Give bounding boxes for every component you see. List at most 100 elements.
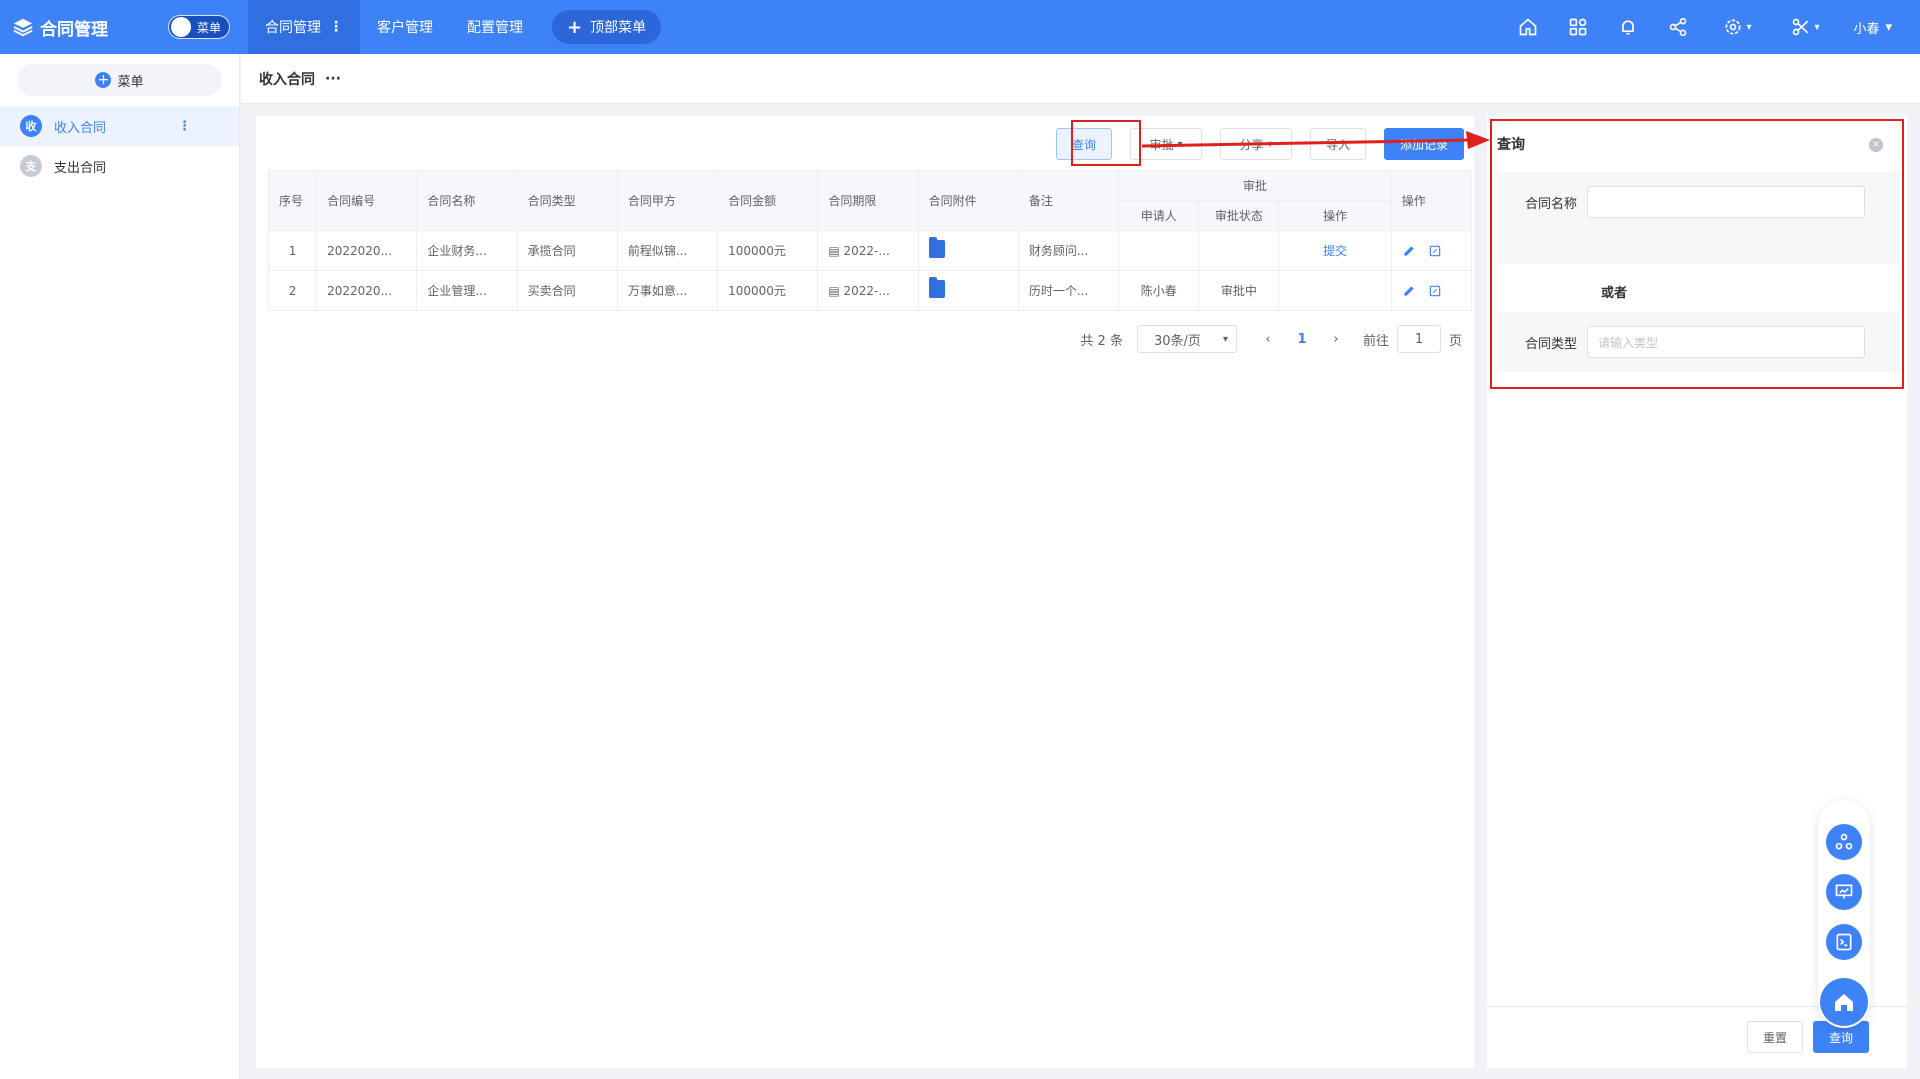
pager-total: 共 2 条 [1080,333,1123,349]
topnav-item-contract[interactable]: 合同管理 ⋮ [248,0,360,54]
col-header-attach: 合同附件 [917,170,1019,231]
top-icon-group: ▾ ▾ 小春 ▾ [1489,0,1892,54]
sidebar-item-expense-contract[interactable]: 支 支出合同 [0,146,239,186]
home-float-icon[interactable] [1820,978,1868,1026]
calendar-icon: ▤ [828,243,844,258]
col-header-type: 合同类型 [516,170,618,231]
topnav-label: 合同管理 [265,20,321,36]
col-header-ops: 操作 [1390,170,1473,231]
tools-icon[interactable]: ▾ [1785,16,1825,38]
toggle-knob [171,17,191,37]
cell-status: 审批中 [1198,270,1280,311]
plus-icon: + [567,16,583,38]
folder-icon[interactable] [928,237,945,258]
top-bar: 合同管理 菜单 合同管理 ⋮ 客户管理 配置管理 + 顶部菜单 ▾ ▾ 小春 ▾ [0,0,1920,54]
topnav-item-config[interactable]: 配置管理 [450,0,540,54]
detail-icon[interactable] [1428,244,1442,258]
col-header-status: 审批状态 [1198,200,1280,231]
cell-remark: 财务顾问... [1017,230,1120,271]
submit-link[interactable]: 提交 [1323,244,1347,258]
floating-quick-bar [1818,800,1870,1028]
app-brand[interactable]: 合同管理 [0,15,160,40]
calendar-icon: ▤ [828,283,844,298]
row-actions [1402,284,1461,298]
col-header-amount: 合同金额 [717,170,819,231]
col-header-period: 合同期限 [817,170,919,231]
cell-name: 企业管理... [416,270,518,311]
workflow-icon[interactable] [1826,824,1862,860]
apps-icon[interactable] [1567,16,1589,38]
chevron-down-icon: ▾ [1885,19,1892,35]
cell-period: ▤ 2022-... [817,270,919,311]
breadcrumb: 收入合同 ··· [241,54,1920,104]
folder-icon[interactable] [928,277,945,298]
more-vertical-icon[interactable]: ⋮ [329,19,343,35]
add-top-menu-button[interactable]: + 顶部菜单 [552,10,662,44]
more-vertical-icon[interactable]: ⋮ [178,119,191,134]
page-number[interactable]: 1 [1283,332,1321,347]
sidebar-item-income-contract[interactable]: 收 收入合同 ⋮ [0,106,239,146]
prev-page-icon[interactable]: ‹ [1253,332,1283,347]
pagination: 共 2 条 30条/页 ▾ ‹ 1 › 前往 1 页 [1080,325,1462,353]
col-header-applicant: 申请人 [1118,200,1200,231]
highlight-box-query-button [1071,120,1141,166]
settings-icon[interactable]: ▾ [1717,16,1757,38]
cell-code: 2022020... [316,230,418,271]
detail-icon[interactable] [1428,284,1442,298]
col-header-name: 合同名称 [416,170,518,231]
home-icon[interactable] [1517,16,1539,38]
sidebar-item-label: 支出合同 [54,160,107,176]
user-menu[interactable]: 小春 ▾ [1853,18,1892,37]
cell-amount: 100000元 [717,230,819,271]
topnav-item-customer[interactable]: 客户管理 [360,0,450,54]
sidebar-item-badge: 支 [20,155,42,177]
next-page-icon[interactable]: › [1321,332,1351,347]
col-header-code: 合同编号 [316,170,418,231]
sidebar-item-label: 收入合同 [54,120,107,136]
presentation-icon[interactable] [1826,874,1862,910]
edit-icon[interactable] [1402,244,1416,258]
cell-period-text: 2022-... [843,283,890,298]
contract-table: 序号 合同编号 合同名称 合同类型 合同甲方 合同金额 合同期限 合同附件 备注… [267,170,1473,311]
cell-remark: 历时一个... [1017,270,1120,311]
menu-toggle-switch[interactable]: 菜单 [168,15,230,39]
main-content: 查询 审批 ▾ 分享 ▾ 导入 添加记录 序号 合同编号 合同名称 合同类型 合… [256,116,1474,1068]
col-header-approval-op: 操作 [1278,200,1392,231]
cell-partyA: 万事如意... [616,270,719,311]
terminal-icon[interactable] [1826,924,1862,960]
page-unit-label: 页 [1448,333,1462,349]
cell-period: ▤ 2022-... [817,230,919,271]
cell-period-text: 2022-... [843,243,890,258]
col-header-approval: 审批 [1118,170,1392,201]
topnav-label: 配置管理 [467,20,523,36]
sidebar-menu-button[interactable]: + 菜单 [17,64,222,96]
app-title: 合同管理 [40,19,108,40]
cell-seq: 1 [267,230,318,271]
layers-logo-icon [13,18,33,37]
chevron-down-icon: ▾ [1814,21,1820,33]
highlight-box-query-panel [1490,119,1904,389]
cell-attach [917,230,1019,271]
chevron-down-icon: ▾ [1222,333,1228,345]
more-horizontal-icon[interactable]: ··· [325,71,341,87]
goto-page-input[interactable]: 1 [1396,325,1441,353]
reset-button[interactable]: 重置 [1747,1021,1803,1053]
page-title: 收入合同 [259,71,315,88]
chevron-down-icon: ▾ [1746,21,1752,33]
table-row[interactable]: 2 2022020... 企业管理... 买卖合同 万事如意... 100000… [267,270,1473,311]
share-icon[interactable] [1667,16,1689,38]
page-size-select[interactable]: 30条/页 ▾ [1136,325,1237,353]
edit-icon[interactable] [1402,284,1416,298]
add-top-menu-label: 顶部菜单 [590,20,647,36]
cell-code: 2022020... [316,270,418,311]
cell-applicant: 陈小春 [1118,270,1200,311]
cell-seq: 2 [267,270,318,311]
bell-icon[interactable] [1617,16,1639,38]
cell-status [1198,230,1280,271]
annotation-arrow [1141,131,1490,149]
user-name: 小春 [1853,21,1880,37]
table-row[interactable]: 1 2022020... 企业财务... 承揽合同 前程似锦... 100000… [267,230,1473,271]
plus-circle-icon: + [95,72,112,88]
cell-name: 企业财务... [416,230,518,271]
sidebar: + 菜单 收 收入合同 ⋮ 支 支出合同 [0,54,240,1079]
